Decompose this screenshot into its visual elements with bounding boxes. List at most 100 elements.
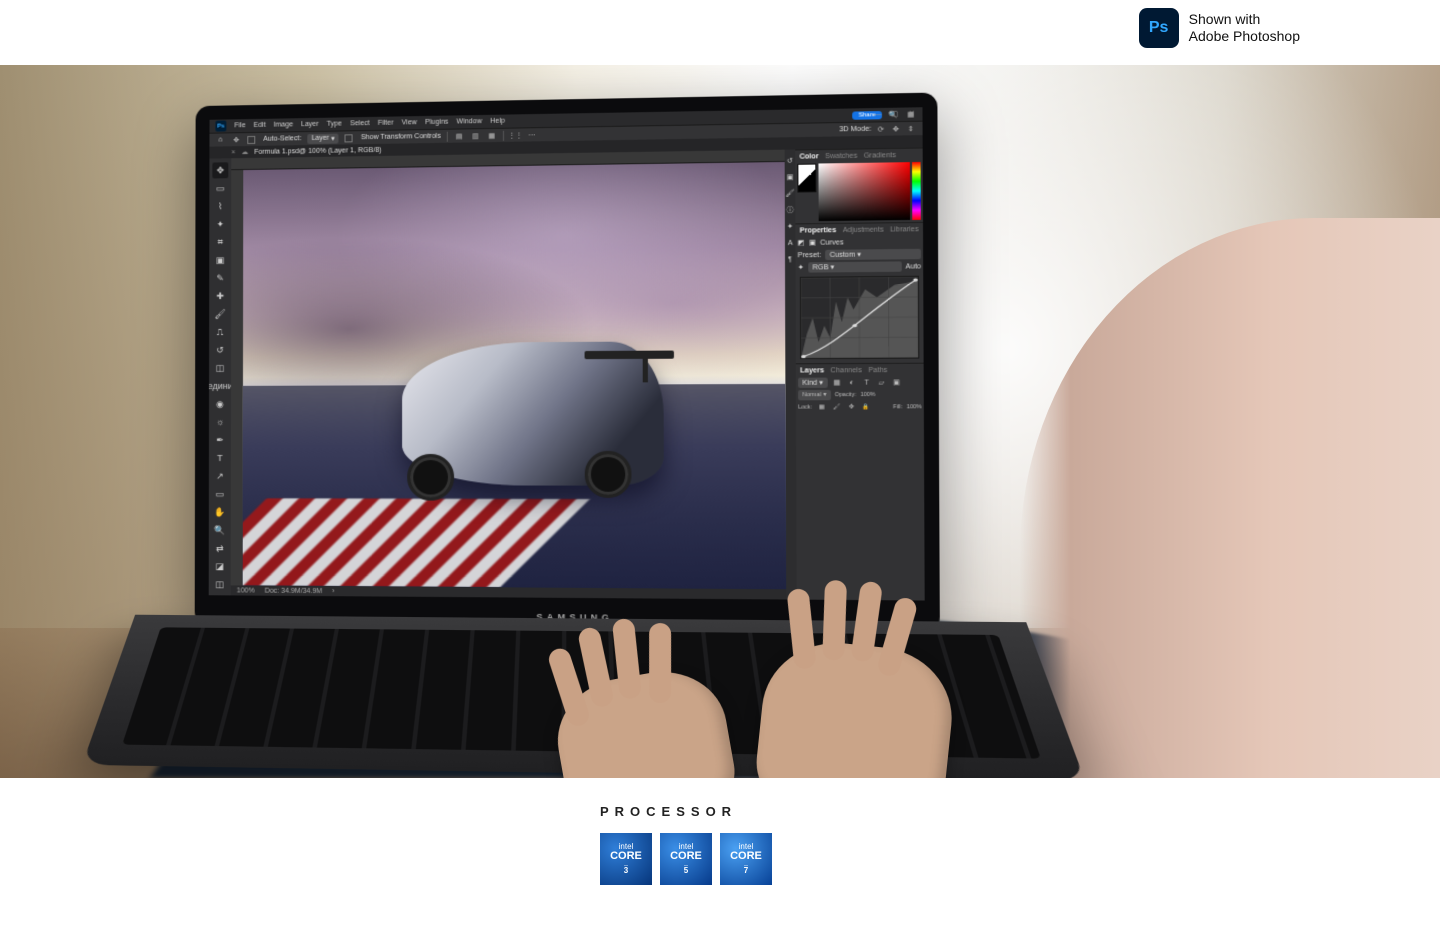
para-panel-icon[interactable]: ¶ [785, 254, 796, 264]
history-brush-tool[interactable]: ↺ [212, 342, 228, 358]
orbit-icon[interactable]: ⟳ [876, 124, 887, 134]
minimize-button[interactable]: — [871, 110, 884, 118]
hand-tool[interactable]: ✋ [212, 504, 228, 520]
info-panel-icon[interactable]: ⓘ [785, 205, 796, 215]
menu-edit[interactable]: Edit [254, 122, 266, 129]
document-tab-title[interactable]: Formula 1.psd@ 100% (Layer 1, RGB/8) [254, 146, 381, 155]
curves-graph[interactable] [800, 276, 919, 359]
swap-colors-icon[interactable]: ⇄ [212, 540, 228, 556]
dodge-tool[interactable]: ☼ [212, 414, 228, 430]
lasso-tool[interactable]: ⌇ [212, 198, 228, 214]
align-right-icon[interactable]: ▦ [487, 130, 497, 140]
menu-window[interactable]: Window [457, 118, 482, 125]
layer-filter-dropdown[interactable]: Kind▾ [798, 378, 827, 388]
tab-paths[interactable]: Paths [868, 367, 887, 374]
laptop-display: — ▢ ✕ Ps File Edit Image Layer Type Sele… [195, 93, 940, 632]
menu-image[interactable]: Image [274, 121, 293, 128]
quickmask-toggle[interactable]: ◫ [212, 576, 228, 592]
auto-select-checkbox[interactable] [247, 135, 255, 143]
menu-file[interactable]: File [234, 122, 245, 129]
menu-filter[interactable]: Filter [378, 120, 394, 127]
lock-all-icon[interactable]: 🔒 [861, 402, 872, 412]
filter-pixel-icon[interactable]: ▦ [831, 378, 842, 388]
maximize-button[interactable]: ▢ [888, 110, 901, 118]
menu-help[interactable]: Help [490, 118, 505, 125]
processor-section: PROCESSOR intel CORE 3 intel CORE 5 inte… [0, 778, 1440, 905]
tab-color[interactable]: Color [799, 153, 818, 160]
shape-tool[interactable]: ▭ [212, 486, 228, 502]
distribute-icon[interactable]: ⋮⋮ [510, 130, 520, 140]
more-icon[interactable]: ⋯ [527, 130, 537, 140]
frame-tool[interactable]: ▣ [212, 252, 228, 268]
gradient-tool[interactable]: �единить [212, 378, 228, 394]
history-panel-icon[interactable]: ↺ [785, 156, 796, 166]
filter-smart-icon[interactable]: ▣ [891, 377, 902, 387]
path-tool[interactable]: ↗ [212, 468, 228, 484]
auto-button[interactable]: Auto [906, 263, 921, 270]
menu-plugins[interactable]: Plugins [425, 119, 448, 126]
crop-tool[interactable]: ⌗ [212, 234, 228, 250]
menu-select[interactable]: Select [350, 120, 370, 127]
align-left-icon[interactable]: ▤ [454, 131, 464, 141]
type-tool[interactable]: T [212, 450, 228, 466]
heal-tool[interactable]: ✚ [212, 288, 228, 304]
lock-trans-icon[interactable]: ▦ [816, 402, 827, 412]
tab-properties[interactable]: Properties [800, 227, 837, 235]
wand-tool[interactable]: ✦ [212, 216, 228, 232]
tab-swatches[interactable]: Swatches [825, 153, 857, 161]
tab-adjustments[interactable]: Adjustments [843, 226, 884, 234]
menu-layer[interactable]: Layer [301, 121, 319, 128]
auto-select-label: Auto-Select: [263, 135, 301, 143]
tab-layers[interactable]: Layers [800, 367, 824, 374]
color-field[interactable] [818, 162, 910, 221]
auto-select-dropdown[interactable]: Layer ▾ [307, 133, 338, 144]
fgbg-color-box[interactable] [797, 164, 816, 193]
cloud-icon: ☁ [241, 148, 248, 156]
status-caret-icon[interactable]: › [332, 588, 334, 595]
stamp-tool[interactable]: ⎍ [212, 324, 228, 340]
brush-tool[interactable]: 🖌 [212, 306, 228, 322]
close-button[interactable]: ✕ [905, 109, 918, 117]
pen-tool[interactable]: ✒ [212, 432, 228, 448]
blur-tool[interactable]: ◉ [212, 396, 228, 412]
transform-checkbox[interactable] [345, 134, 353, 142]
actions-panel-icon[interactable]: ▣ [785, 172, 796, 182]
filter-shape-icon[interactable]: ▱ [876, 377, 887, 387]
processor-heading: PROCESSOR [600, 804, 1440, 819]
filter-type-icon[interactable]: T [861, 377, 872, 387]
canvas[interactable] [243, 162, 786, 589]
lock-pixel-icon[interactable]: 🖌 [831, 402, 842, 412]
brushes-panel-icon[interactable]: 🖌 [785, 188, 796, 198]
artwork-spoiler-post [642, 356, 647, 382]
auto-select-value: Layer [311, 135, 329, 142]
navigator-panel-icon[interactable]: ✦ [785, 221, 796, 231]
tab-close-icon[interactable]: × [231, 149, 235, 156]
zoom-tool[interactable]: 🔍 [212, 522, 228, 538]
align-center-icon[interactable]: ▥ [470, 131, 480, 141]
home-icon[interactable]: ⌂ [215, 135, 225, 145]
eyedropper-tool[interactable]: ✎ [212, 270, 228, 286]
hue-slider[interactable] [912, 162, 921, 220]
fgbg-swatch[interactable]: ◪ [212, 558, 228, 574]
tab-libraries[interactable]: Libraries [890, 226, 919, 234]
char-panel-icon[interactable]: A [785, 238, 796, 248]
tab-gradients[interactable]: Gradients [864, 152, 896, 160]
pan-icon[interactable]: ✥ [891, 124, 902, 134]
menu-view[interactable]: View [402, 119, 417, 126]
channel-picker-icon[interactable]: ✦ [798, 263, 804, 271]
channel-dropdown[interactable]: RGB▾ [808, 261, 901, 272]
menu-type[interactable]: Type [327, 120, 342, 127]
lock-pos-icon[interactable]: ✥ [846, 402, 857, 412]
fill-value[interactable]: 100% [907, 404, 922, 410]
opacity-value[interactable]: 100% [860, 392, 875, 398]
marquee-tool[interactable]: ▭ [212, 180, 228, 196]
filter-adjust-icon[interactable]: ◐ [846, 377, 857, 387]
preset-dropdown[interactable]: Custom▾ [825, 249, 921, 260]
blend-mode-dropdown[interactable]: Normal▾ [798, 390, 830, 400]
tab-channels[interactable]: Channels [830, 367, 861, 374]
attribution-line-1: Shown with [1189, 11, 1300, 28]
workspace: ✥ ▭ ⌇ ✦ ⌗ ▣ ✎ ✚ 🖌 ⎍ ↺ ◫ �единить ◉ [209, 147, 925, 600]
eraser-tool[interactable]: ◫ [212, 360, 228, 376]
dolly-icon[interactable]: ⇕ [905, 123, 916, 133]
move-tool[interactable]: ✥ [212, 162, 228, 178]
